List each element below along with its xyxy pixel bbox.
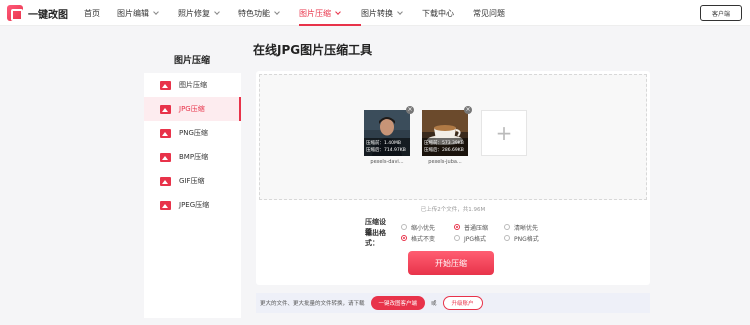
nav-item-image-convert[interactable]: 图片转换 [361, 0, 422, 26]
close-icon[interactable]: × [406, 106, 414, 114]
nav-item-label: 图片转换 [361, 8, 393, 18]
sidebar-item-png-compress[interactable]: PNG压缩 [144, 121, 241, 145]
compress-result: 压缩前：1.40MB 压缩后：714.97KB [364, 138, 410, 156]
logo[interactable]: 一键改图 [7, 5, 68, 21]
size-after: 压缩后：286.69KB [424, 148, 464, 153]
radio-option-smaller[interactable]: 缩小优先 [401, 223, 454, 232]
radio-label: 格式不变 [411, 235, 436, 243]
logo-text: 一键改图 [28, 9, 68, 21]
page-title: 在线JPG图片压缩工具 [253, 43, 373, 57]
plus-icon: + [495, 121, 513, 145]
radio-icon [401, 224, 407, 230]
or-text: 或 [431, 301, 437, 307]
radio-option-keep-format[interactable]: 格式不变 [401, 234, 454, 243]
nav-item-special-features[interactable]: 特色功能 [238, 0, 299, 26]
radio-icon [504, 224, 510, 230]
nav-item-faq[interactable]: 常见问题 [473, 0, 513, 26]
gif-icon [160, 176, 171, 186]
sidebar: 图片压缩 JPG压缩 PNG压缩 BMP压缩 GIF压缩 JPEG压缩 [144, 73, 241, 318]
sidebar-item-jpg-compress[interactable]: JPG压缩 [144, 97, 241, 121]
upgrade-account-button[interactable]: 升级账户 [442, 296, 483, 310]
size-before: 压缩前：573.39KB [424, 141, 464, 146]
png-icon [160, 128, 171, 138]
nav-item-label: 图片编辑 [117, 8, 149, 18]
nav-item-label: 图片压缩 [299, 8, 331, 18]
file-name: pexels-davi... [370, 159, 404, 165]
file-thumbnail[interactable]: 压缩前：1.40MB 压缩后：714.97KB × [364, 106, 414, 156]
nav-item-download-center[interactable]: 下载中心 [422, 0, 473, 26]
sidebar-item-bmp-compress[interactable]: BMP压缩 [144, 145, 241, 169]
banner-text: 更大的文件、更大批量的文件转换，请下载 [260, 301, 365, 307]
download-client-button[interactable]: 一键改图客户端 [370, 296, 426, 310]
radio-label: PNG格式 [514, 235, 539, 243]
upload-summary: 已上传2个文件，共1.96M [420, 207, 486, 213]
sidebar-item-label: JPG压缩 [179, 105, 205, 113]
sidebar-item-label: 图片压缩 [179, 81, 207, 89]
nav-item-label: 特色功能 [238, 8, 270, 18]
chevron-down-icon [214, 8, 220, 15]
radio-option-jpg[interactable]: JPG格式 [454, 234, 504, 243]
top-navigation-bar: 一键改图 首页 图片编辑 照片修复 特色功能 图片压缩 图片转换 下载中心 常见… [0, 0, 750, 26]
radio-icon [454, 235, 460, 241]
size-before: 压缩前：1.40MB [366, 141, 401, 146]
chevron-down-icon [274, 8, 280, 15]
nav-item-image-edit[interactable]: 图片编辑 [117, 0, 178, 26]
radio-selected-icon [454, 224, 460, 230]
sidebar-item-label: JPEG压缩 [179, 201, 210, 209]
radio-selected-icon [401, 235, 407, 241]
sidebar-item-label: GIF压缩 [179, 177, 205, 185]
close-icon[interactable]: × [464, 106, 472, 114]
radio-option-normal[interactable]: 普通压缩 [454, 223, 504, 232]
image-icon [160, 80, 171, 90]
nav-item-label: 下载中心 [422, 8, 454, 18]
output-format-label: 输出格式： [365, 229, 386, 247]
nav-item-label: 常见问题 [473, 8, 505, 18]
jpeg-icon [160, 200, 171, 210]
radio-label: 普通压缩 [464, 224, 489, 232]
logo-icon [7, 5, 23, 21]
file-name: pexels-juba... [428, 159, 462, 165]
sidebar-item-label: BMP压缩 [179, 153, 209, 161]
nav-item-photo-repair[interactable]: 照片修复 [178, 0, 238, 26]
start-compress-button[interactable]: 开始压缩 [408, 251, 494, 275]
radio-label: 清晰优先 [514, 224, 539, 232]
add-file-button[interactable]: + [481, 110, 527, 156]
nav-item-label: 首页 [84, 8, 100, 18]
radio-icon [504, 235, 510, 241]
radio-option-clearer[interactable]: 清晰优先 [504, 223, 544, 232]
sidebar-title: 图片压缩 [174, 56, 211, 66]
chevron-down-icon [397, 8, 403, 15]
sidebar-item-gif-compress[interactable]: GIF压缩 [144, 169, 241, 193]
bmp-icon [160, 152, 171, 162]
main-nav: 首页 图片编辑 照片修复 特色功能 图片压缩 图片转换 下载中心 常见问题 [84, 0, 513, 26]
jpg-icon [160, 104, 171, 114]
radio-label: 缩小优先 [411, 224, 436, 232]
nav-item-label: 照片修复 [178, 8, 210, 18]
sidebar-item-label: PNG压缩 [179, 129, 208, 137]
nav-item-home[interactable]: 首页 [84, 0, 117, 26]
radio-label: JPG格式 [464, 235, 487, 243]
file-thumbnail[interactable]: 压缩前：573.39KB 压缩后：286.69KB × [422, 106, 472, 156]
compress-result: 压缩前：573.39KB 压缩后：286.69KB [422, 138, 468, 156]
upgrade-banner: 更大的文件、更大批量的文件转换，请下载 一键改图客户端 或 升级账户 [256, 293, 650, 313]
radio-option-png[interactable]: PNG格式 [504, 234, 544, 243]
output-format-row: 输出格式： 格式不变 JPG格式 PNG格式 [365, 229, 544, 247]
sidebar-item-image-compress[interactable]: 图片压缩 [144, 73, 241, 97]
chevron-down-icon [153, 8, 159, 15]
chevron-down-icon [335, 8, 341, 15]
size-after: 压缩后：714.97KB [366, 148, 406, 153]
sidebar-item-jpeg-compress[interactable]: JPEG压缩 [144, 193, 241, 217]
client-button[interactable]: 客户端 [700, 5, 742, 21]
nav-item-image-compress[interactable]: 图片压缩 [299, 0, 361, 26]
